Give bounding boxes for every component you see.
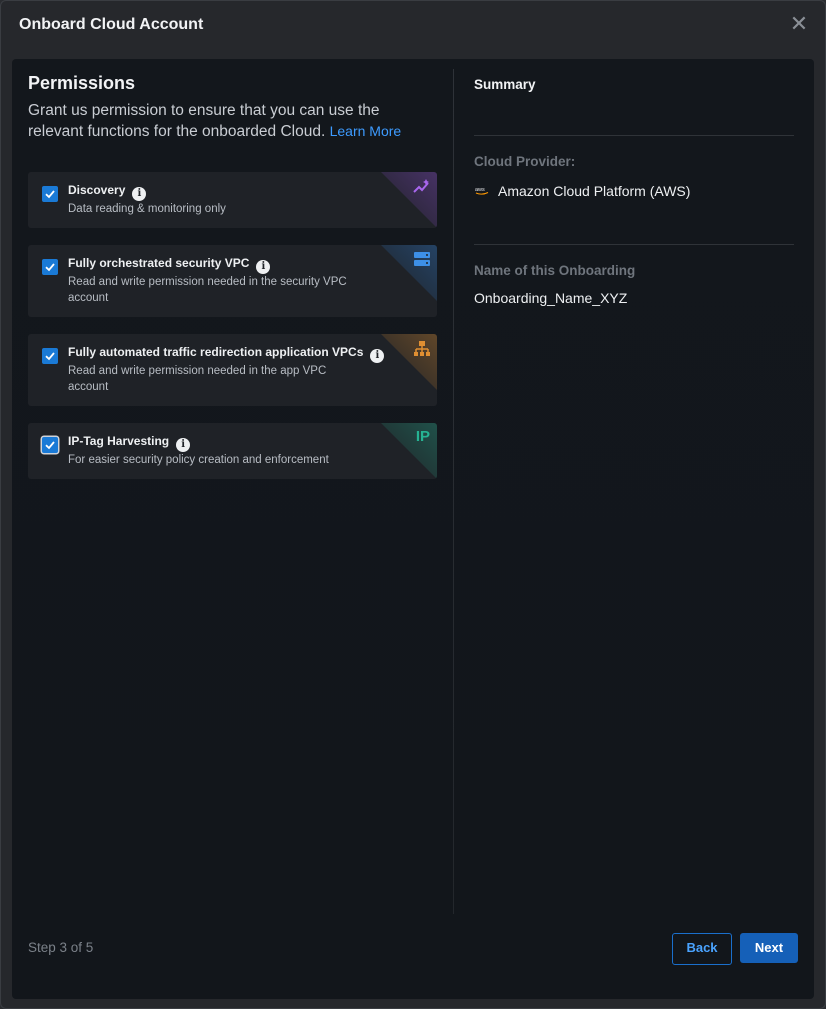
traffic-redirection-title: Fully automated traffic redirection appl… [68, 345, 364, 359]
summary-divider [474, 244, 794, 245]
summary-panel: Summary Cloud Provider: aws Amazon Cloud… [474, 59, 794, 919]
security-vpc-title: Fully orchestrated security VPC [68, 256, 250, 270]
cloud-provider-row: aws Amazon Cloud Platform (AWS) [474, 183, 690, 199]
discovery-checkbox[interactable] [42, 186, 58, 202]
next-button[interactable]: Next [740, 933, 798, 963]
learn-more-link[interactable]: Learn More [330, 123, 402, 139]
discovery-description: Data reading & monitoring only [68, 203, 226, 215]
info-icon[interactable]: i [176, 438, 191, 452]
permission-card-discovery: Discovery i Data reading & monitoring onl… [28, 172, 437, 228]
summary-divider [474, 135, 794, 136]
permission-card-traffic-redirection: Fully automated traffic redirection appl… [28, 334, 437, 406]
aws-icon: aws [475, 187, 489, 195]
modal-header: Onboard Cloud Account ✕ [1, 1, 825, 51]
discovery-sparkle-icon [413, 179, 429, 193]
permission-card-ip-tag: IP-Tag Harvesting i For easier security p… [28, 423, 437, 479]
security-vpc-title-row: Fully orchestrated security VPC i [68, 256, 271, 274]
hierarchy-icon [414, 341, 430, 356]
panel-divider [453, 69, 454, 914]
onboarding-name-label: Name of this Onboarding [474, 263, 636, 278]
security-vpc-checkbox[interactable] [42, 259, 58, 275]
back-button[interactable]: Back [672, 933, 732, 965]
cloud-provider-value: Amazon Cloud Platform (AWS) [498, 183, 691, 199]
modal-body: Permissions Grant us permission to ensur… [12, 59, 814, 999]
modal-title: Onboard Cloud Account [19, 16, 204, 33]
ip-tag-title-row: IP-Tag Harvesting i [68, 434, 191, 452]
ip-tag-description: For easier security policy creation and … [68, 454, 329, 466]
close-icon[interactable]: ✕ [789, 13, 809, 35]
security-vpc-description: Read and write permission needed in the … [68, 276, 347, 304]
permission-card-security-vpc: Fully orchestrated security VPC i Read an… [28, 245, 437, 317]
permissions-title: Permissions [28, 73, 136, 93]
summary-title: Summary [474, 77, 536, 92]
ip-tag-checkbox[interactable] [42, 437, 58, 453]
cloud-provider-label: Cloud Provider: [474, 154, 576, 169]
aws-icon-text: aws [475, 187, 485, 193]
step-indicator: Step 3 of 5 [28, 940, 94, 955]
info-icon[interactable]: i [370, 349, 385, 363]
traffic-redirection-title-row: Fully automated traffic redirection appl… [68, 345, 385, 363]
traffic-redirection-description: Read and write permission needed in the … [68, 365, 327, 393]
permissions-description-text: Grant us permission to ensure that you c… [28, 102, 380, 140]
permissions-panel: Permissions Grant us permission to ensur… [12, 59, 453, 919]
onboard-modal: Onboard Cloud Account ✕ Permissions Gran… [0, 0, 826, 1009]
permissions-description: Grant us permission to ensure that you c… [28, 100, 438, 142]
traffic-redirection-checkbox[interactable] [42, 348, 58, 364]
info-icon[interactable]: i [132, 187, 147, 201]
server-stack-icon [414, 252, 430, 266]
discovery-title-row: Discovery i [68, 183, 147, 201]
ip-icon: IP [415, 428, 430, 445]
ip-tag-title: IP-Tag Harvesting [68, 434, 170, 448]
discovery-title: Discovery [68, 183, 126, 197]
onboarding-name-value: Onboarding_Name_XYZ [474, 290, 628, 306]
info-icon[interactable]: i [256, 260, 271, 274]
